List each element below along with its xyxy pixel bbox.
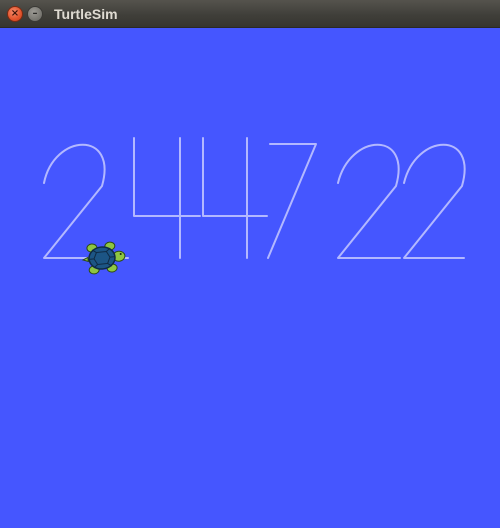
minimize-icon: – <box>32 8 38 19</box>
title-bar[interactable]: × – TurtleSim <box>0 0 500 28</box>
minimize-button[interactable]: – <box>27 6 43 22</box>
close-button[interactable]: × <box>7 6 23 22</box>
turtlesim-window: × – TurtleSim <box>0 0 500 528</box>
window-title: TurtleSim <box>54 6 118 22</box>
turtle-canvas <box>0 28 500 528</box>
close-icon: × <box>10 8 20 19</box>
drawing-surface <box>0 28 500 528</box>
canvas-background <box>0 28 500 528</box>
